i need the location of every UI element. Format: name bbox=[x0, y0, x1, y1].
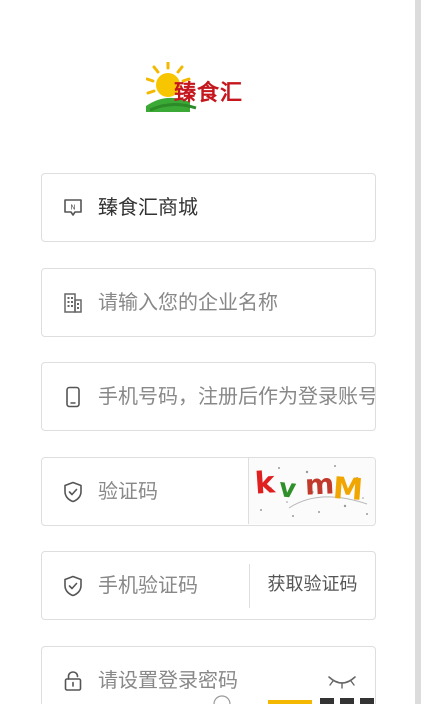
watermark-graphic bbox=[213, 695, 374, 704]
scroll-edge bbox=[415, 0, 421, 704]
brand-logo: 臻食汇 bbox=[145, 60, 258, 114]
sms-code-input[interactable]: 手机验证码 获取验证码 bbox=[41, 551, 376, 620]
store-name-field[interactable]: N 臻食汇商城 bbox=[41, 173, 376, 242]
store-icon: N bbox=[64, 199, 82, 216]
shield-icon bbox=[64, 481, 82, 503]
shield-icon bbox=[64, 575, 82, 597]
captcha-image[interactable]: k v m M bbox=[248, 458, 375, 524]
building-icon bbox=[64, 293, 82, 313]
captcha-char-3: m bbox=[304, 467, 336, 502]
captcha-char-2: v bbox=[277, 473, 298, 505]
captcha-char-4: M bbox=[331, 471, 365, 508]
phone-input[interactable]: 手机号码，注册后作为登录账号 bbox=[41, 362, 376, 431]
sms-code-placeholder: 手机验证码 bbox=[98, 573, 198, 597]
register-page: 臻食汇 N 臻食汇商城 请输入您的企业名称 手机号码，注册后作为登录账号 验证码… bbox=[0, 0, 421, 704]
phone-placeholder: 手机号码，注册后作为登录账号 bbox=[98, 384, 376, 408]
logo-text: 臻食汇 bbox=[174, 80, 244, 106]
svg-text:N: N bbox=[70, 204, 75, 212]
company-name-placeholder: 请输入您的企业名称 bbox=[98, 290, 278, 314]
captcha-char-1: k bbox=[253, 465, 277, 502]
lock-icon bbox=[64, 671, 82, 691]
company-name-input[interactable]: 请输入您的企业名称 bbox=[41, 268, 376, 337]
eye-closed-icon[interactable] bbox=[327, 671, 357, 691]
get-sms-code-button[interactable]: 获取验证码 bbox=[250, 552, 375, 618]
captcha-placeholder: 验证码 bbox=[98, 479, 158, 503]
captcha-input[interactable]: 验证码 k v m M bbox=[41, 457, 376, 526]
phone-icon bbox=[66, 386, 80, 408]
store-name-value: 臻食汇商城 bbox=[98, 195, 198, 219]
